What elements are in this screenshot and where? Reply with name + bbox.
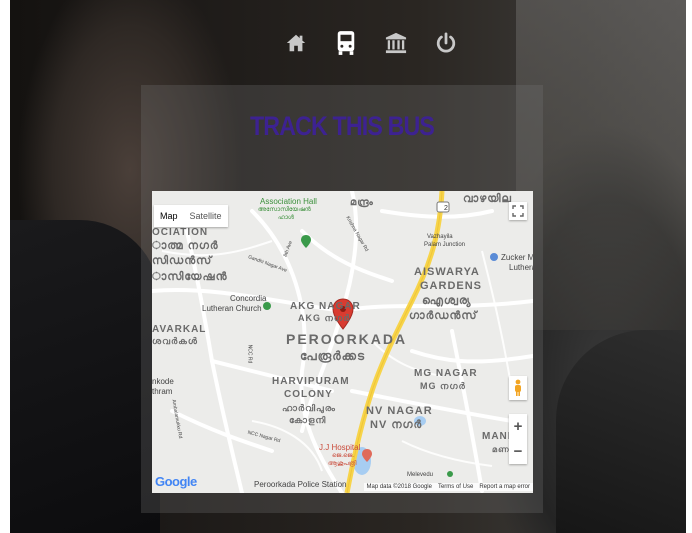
institution-icon xyxy=(385,32,407,53)
terms-of-use-link[interactable]: Terms of Use xyxy=(438,484,473,490)
bus-map[interactable]: Association Hall അസോസിയേഷൻ ഹാൾ മന്ദ്രം വ… xyxy=(152,191,533,493)
map-label-sidans-ml: സിഡൻസ് xyxy=(152,255,213,267)
map-road-ncc: NCC Rd xyxy=(246,344,253,364)
page-title: TRACK THIS BUS xyxy=(249,111,435,141)
background-figure-right xyxy=(556,330,686,533)
google-logo[interactable]: Google xyxy=(155,474,197,489)
map-label-melevedu: Melevedu xyxy=(407,472,434,478)
map-type-control: Map Satellite xyxy=(154,205,228,227)
fullscreen-button[interactable] xyxy=(509,202,527,220)
nav-home-button[interactable] xyxy=(282,23,310,63)
power-icon xyxy=(436,31,456,52)
map-label-association-hall: Association Hall xyxy=(260,197,317,206)
map-label-manthrom: മന്ദ്രം xyxy=(350,197,374,208)
background-figure xyxy=(10,220,160,533)
map-label-thram: thram xyxy=(152,387,173,396)
map-label-avarkal: AVARKAL xyxy=(152,324,207,335)
map-label-akg-ml: AKG നഗർ xyxy=(298,313,351,323)
map-label-concordia: Concordia xyxy=(230,294,267,303)
nav-logout-button[interactable] xyxy=(432,23,460,63)
zoom-control: + − xyxy=(509,414,527,464)
pegman-icon xyxy=(515,379,521,396)
map-label-manik-ml: മണ xyxy=(492,445,510,454)
map-label-aiswarya-ml: ഐശ്വര്യ xyxy=(422,295,472,307)
bus-icon xyxy=(337,30,355,55)
map-label-colony-ml: കോളനി xyxy=(289,415,327,425)
map-label-jj-ml: ജെ.ജെ. xyxy=(332,453,354,459)
map-label-association-hall-ml2: ഹാൾ xyxy=(278,215,294,221)
zoom-out-button[interactable]: − xyxy=(514,439,523,464)
top-navigation xyxy=(0,0,692,85)
map-label-gardens: GARDENS xyxy=(420,280,483,292)
map-label-gardens-ml: ഗാർഡൻസ് xyxy=(409,310,478,322)
map-label-nv-nagar-ml: NV നഗർ xyxy=(370,419,423,431)
map-label-vazhayila-palam: Vazhayila xyxy=(427,234,453,240)
google-logo-text: Google xyxy=(155,474,197,489)
map-label-avarkal-ml: ശവർകൾ xyxy=(152,336,198,346)
map-type-map-button[interactable]: Map xyxy=(154,205,184,227)
map-label-association-hall-ml: അസോസിയേഷൻ xyxy=(258,207,311,213)
fullscreen-icon xyxy=(512,205,524,217)
home-icon xyxy=(286,34,306,51)
map-label-peroorkada-ml: പേരൂർക്കട xyxy=(300,349,366,363)
map-label-association-left: OCIATION xyxy=(152,227,209,238)
map-label-aiswarya: AISWARYA xyxy=(414,266,480,278)
map-label-jj-hospital: J.J Hospital xyxy=(319,443,361,452)
map-label-nagar-ml-left: ാത്മ നഗർ xyxy=(152,240,219,252)
map-highway-number: 2 xyxy=(444,205,448,212)
map-label-jj-ml2: ആശുപത്രി xyxy=(328,461,357,467)
map-label-nv-nagar: NV NAGAR xyxy=(366,405,433,417)
map-label-peroorkada: PEROORKADA xyxy=(286,331,408,347)
map-label-police-station: Peroorkada Police Station xyxy=(254,480,347,489)
map-label-harvipuram-ml: ഹാർവിപുരം xyxy=(282,403,336,413)
map-label-association-ml-left: ാസിയേഷൻ xyxy=(152,271,228,283)
report-map-error-link[interactable]: Report a map error xyxy=(479,484,530,490)
map-data-credit: Map data ©2018 Google xyxy=(366,484,432,490)
nav-institution-button[interactable] xyxy=(382,23,410,63)
map-label-lutheran-church: Lutheran Church xyxy=(202,304,262,313)
map-label-colony: COLONY xyxy=(284,389,333,400)
street-view-button[interactable] xyxy=(509,376,527,400)
map-label-vazhayila: വാഴയില xyxy=(463,193,512,205)
map-type-satellite-button[interactable]: Satellite xyxy=(184,205,228,227)
map-label-nkode: nkode xyxy=(152,377,174,386)
map-label-lutheran-right: Lutheran xyxy=(509,263,533,272)
map-label-mg-nagar-ml: MG നഗർ xyxy=(420,381,466,391)
map-label-zucker: Zucker M xyxy=(501,253,533,262)
map-label-akg-nagar: AKG NAGAR xyxy=(290,301,361,312)
map-attribution: Map data ©2018 Google Terms of Use Repor… xyxy=(363,483,533,491)
map-label-harvipuram: HARVIPURAM xyxy=(272,376,350,387)
map-label-mg-nagar: MG NAGAR xyxy=(414,368,478,379)
nav-bus-button[interactable] xyxy=(332,23,360,63)
map-label-palam-junction: Palam Junction xyxy=(424,242,466,248)
zoom-in-button[interactable]: + xyxy=(514,414,523,439)
